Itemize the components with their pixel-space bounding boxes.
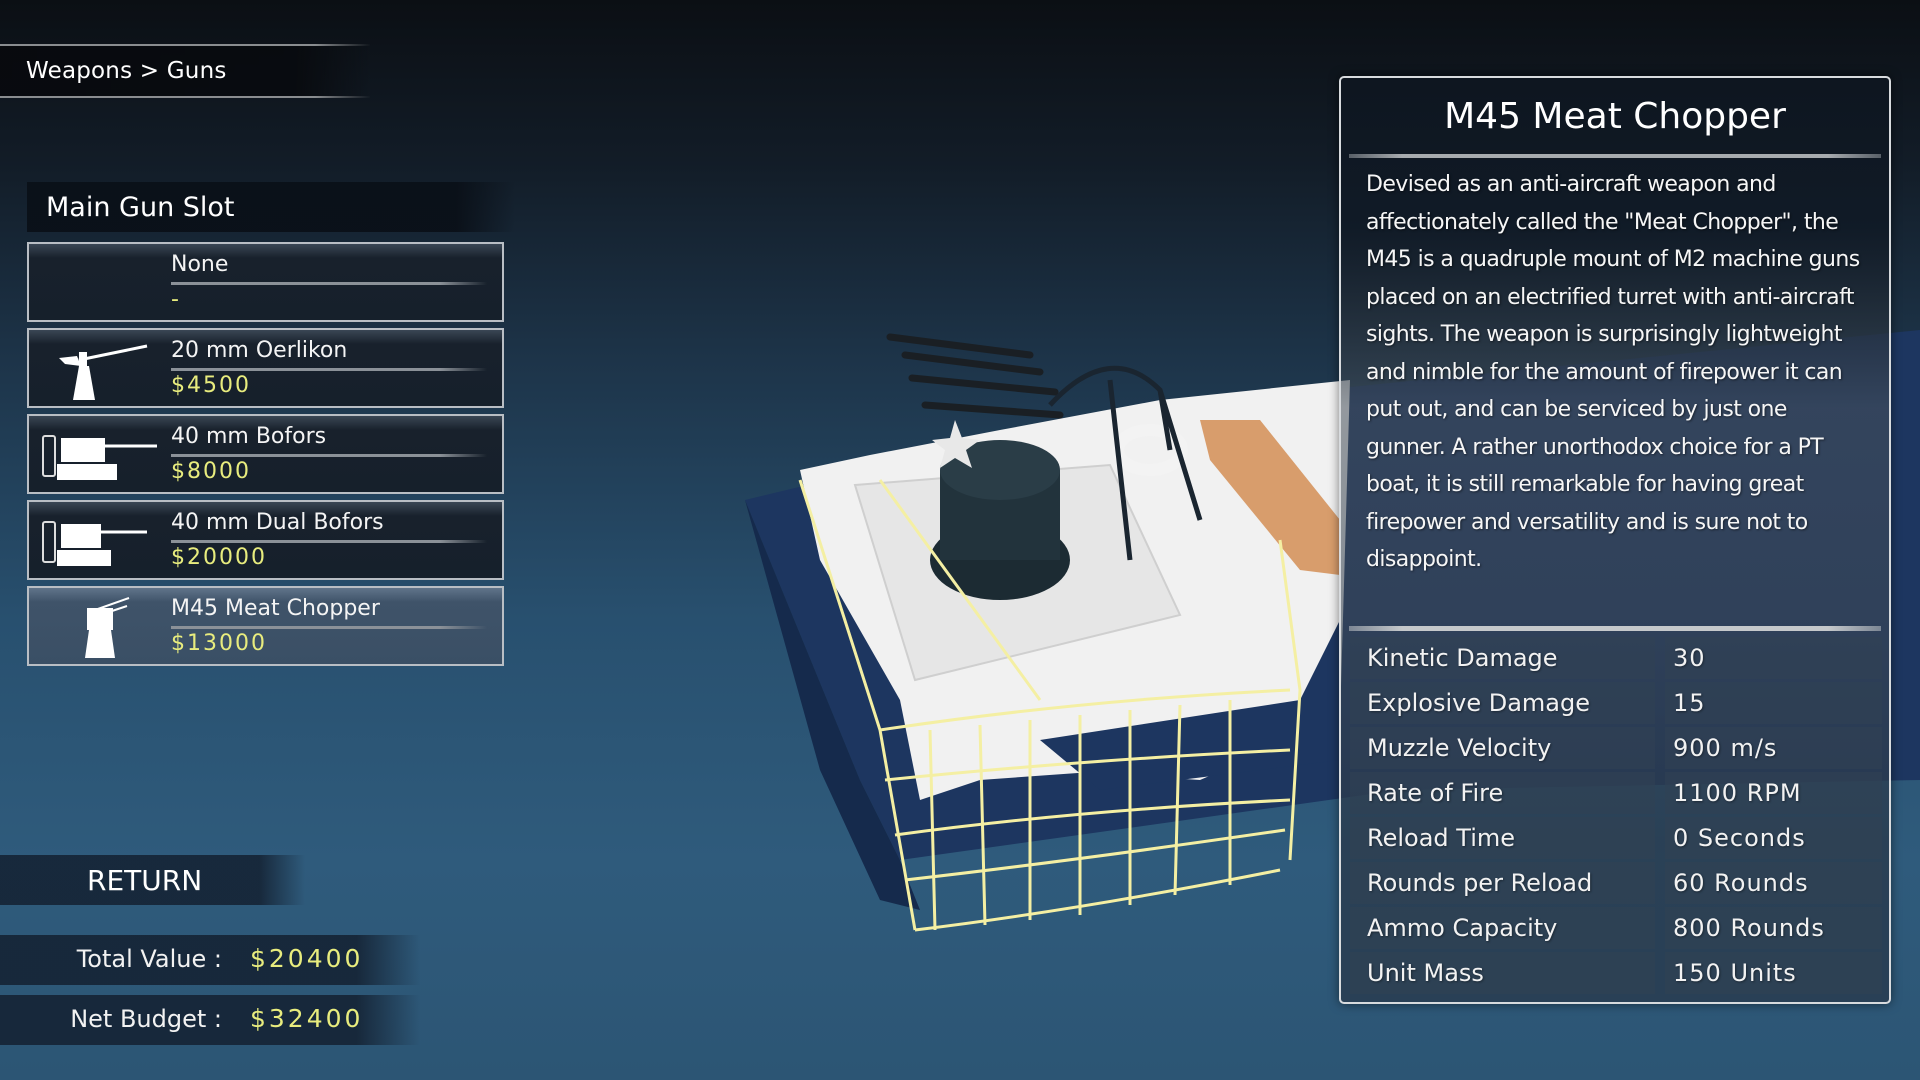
gun-item-m45-meat-chopper[interactable]: M45 Meat Chopper $13000 xyxy=(27,586,504,666)
gun-list: None - 20 mm Oerlikon $4500 40 mm Bofors… xyxy=(27,242,504,672)
stat-label: Kinetic Damage xyxy=(1350,637,1655,679)
stat-row-muzzle-velocity: Muzzle Velocity 900 m/s xyxy=(1350,727,1882,769)
dual-bofors-gun-icon xyxy=(42,521,147,566)
total-value-label: Total Value : xyxy=(76,945,222,973)
breadcrumb-text: Weapons > Guns xyxy=(26,58,227,84)
net-budget-label: Net Budget : xyxy=(70,1005,222,1033)
stat-value: 1100 RPM xyxy=(1665,772,1882,814)
oerlikon-gun-icon xyxy=(59,344,148,400)
stat-label: Muzzle Velocity xyxy=(1350,727,1655,769)
stat-row-ammo-capacity: Ammo Capacity 800 Rounds xyxy=(1350,907,1882,949)
stat-value: 60 Rounds xyxy=(1665,862,1882,904)
gun-item-none[interactable]: None - xyxy=(27,242,504,322)
gun-item-40mm-bofors[interactable]: 40 mm Bofors $8000 xyxy=(27,414,504,494)
gun-price: $20000 xyxy=(171,545,267,570)
empty-icon xyxy=(37,250,157,316)
return-button[interactable]: RETURN xyxy=(0,855,305,905)
stats-divider xyxy=(1349,626,1881,631)
title-divider xyxy=(1349,154,1881,158)
gun-item-40mm-dual-bofors[interactable]: 40 mm Dual Bofors $20000 xyxy=(27,500,504,580)
stat-value: 0 Seconds xyxy=(1665,817,1882,859)
breadcrumb: Weapons > Guns xyxy=(0,44,370,98)
gun-name: M45 Meat Chopper xyxy=(171,596,380,621)
slot-header: Main Gun Slot xyxy=(27,182,515,232)
gun-divider xyxy=(171,454,487,457)
stat-row-kinetic-damage: Kinetic Damage 30 xyxy=(1350,637,1882,679)
weapon-description: Devised as an anti-aircraft weapon and a… xyxy=(1366,172,1860,572)
stat-row-unit-mass: Unit Mass 150 Units xyxy=(1350,952,1882,994)
stat-label: Rounds per Reload xyxy=(1350,862,1655,904)
bofors-gun-icon xyxy=(42,435,157,480)
return-label: RETURN xyxy=(87,863,203,897)
stat-row-reload-time: Reload Time 0 Seconds xyxy=(1350,817,1882,859)
gun-divider xyxy=(171,368,487,371)
stat-value: 800 Rounds xyxy=(1665,907,1882,949)
quad-machine-guns xyxy=(886,333,1064,419)
weapon-title: M45 Meat Chopper xyxy=(1444,96,1786,137)
gun-name: 40 mm Dual Bofors xyxy=(171,510,384,535)
gun-price: $13000 xyxy=(171,631,267,656)
total-value-row: Total Value : $20400 xyxy=(0,935,420,985)
stat-value: 30 xyxy=(1665,637,1882,679)
stat-value: 900 m/s xyxy=(1665,727,1882,769)
gun-name: 40 mm Bofors xyxy=(171,424,327,449)
gun-name: None xyxy=(171,252,229,277)
stat-value: 15 xyxy=(1665,682,1882,724)
stat-label: Ammo Capacity xyxy=(1350,907,1655,949)
slot-title: Main Gun Slot xyxy=(46,191,235,223)
net-budget: $32400 xyxy=(250,1004,364,1033)
gun-price: $8000 xyxy=(171,459,251,484)
gun-divider xyxy=(171,282,487,285)
stats-table: Kinetic Damage 30 Explosive Damage 15 Mu… xyxy=(1350,637,1882,997)
stat-label: Reload Time xyxy=(1350,817,1655,859)
total-value: $20400 xyxy=(250,944,364,973)
gun-item-20mm-oerlikon[interactable]: 20 mm Oerlikon $4500 xyxy=(27,328,504,408)
stat-label: Rate of Fire xyxy=(1350,772,1655,814)
stat-row-rate-of-fire: Rate of Fire 1100 RPM xyxy=(1350,772,1882,814)
stat-row-explosive-damage: Explosive Damage 15 xyxy=(1350,682,1882,724)
gun-price: $4500 xyxy=(171,373,251,398)
stat-value: 150 Units xyxy=(1665,952,1882,994)
gun-divider xyxy=(171,540,487,543)
stat-label: Explosive Damage xyxy=(1350,682,1655,724)
stat-row-rounds-per-reload: Rounds per Reload 60 Rounds xyxy=(1350,862,1882,904)
gun-price: - xyxy=(171,287,181,312)
m45-quad-gun-icon xyxy=(85,597,130,658)
weapon-detail-panel: M45 Meat Chopper Devised as an anti-airc… xyxy=(1339,76,1891,1004)
stat-label: Unit Mass xyxy=(1350,952,1655,994)
gun-divider xyxy=(171,626,487,629)
gun-name: 20 mm Oerlikon xyxy=(171,338,348,363)
net-budget-row: Net Budget : $32400 xyxy=(0,995,420,1045)
